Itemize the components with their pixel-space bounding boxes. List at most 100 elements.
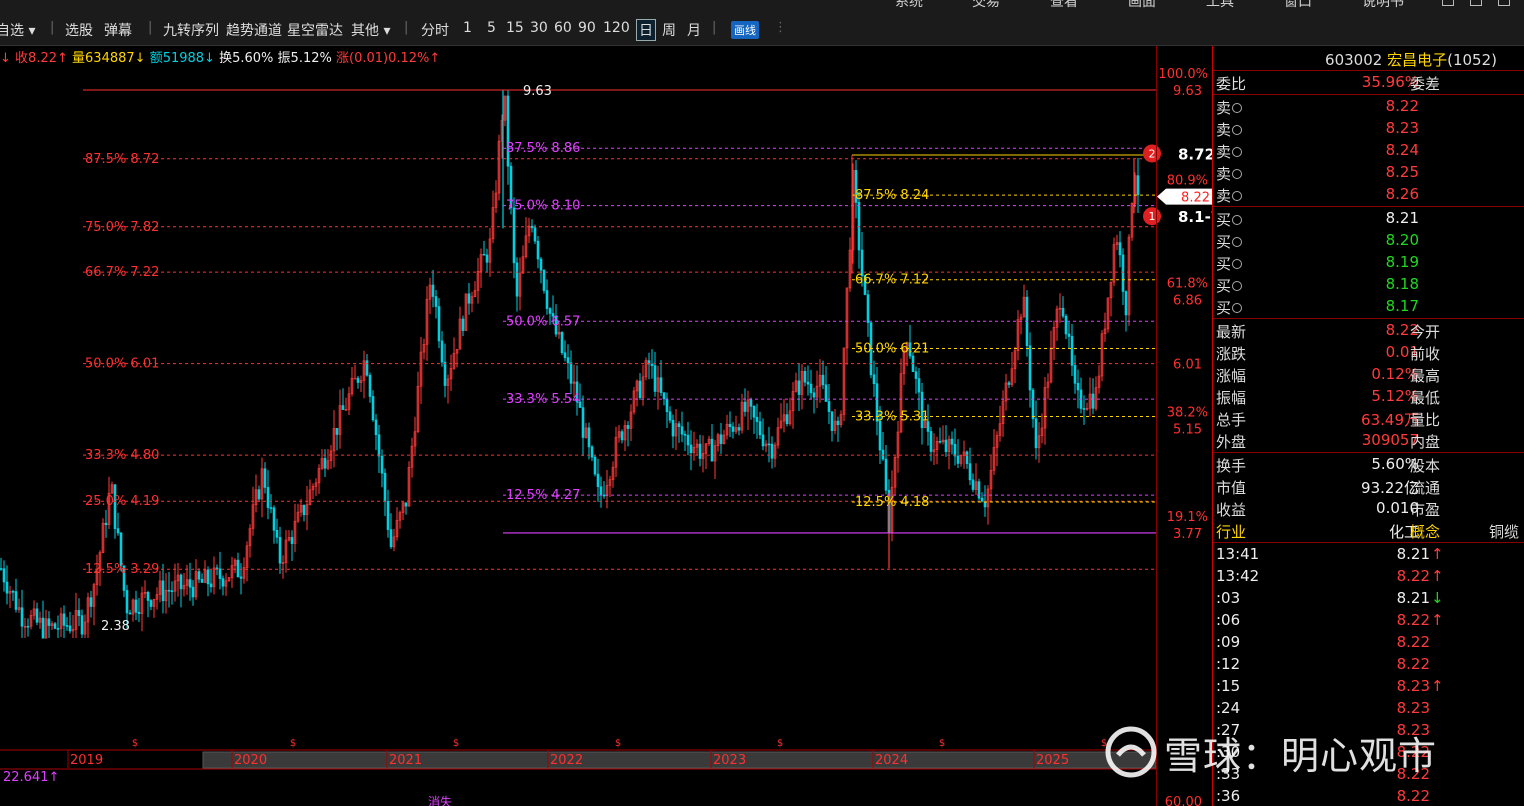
candle-body <box>467 293 471 304</box>
tab-other[interactable]: 其他 ▾ <box>351 20 390 40</box>
candle-body <box>878 420 882 451</box>
candle-body <box>263 468 267 488</box>
candle-body <box>686 434 690 446</box>
stat-row-6[interactable]: 外盘 309057 内盘 <box>1213 429 1524 451</box>
period-month[interactable]: 月 <box>687 20 701 40</box>
stat-row-5-label: 总手 <box>1216 411 1247 429</box>
buy-row-1[interactable]: 买 8.21 <box>1213 207 1524 229</box>
candle-body <box>443 361 447 386</box>
stat-row-2[interactable]: 涨跌 0.01 前收 <box>1213 341 1524 363</box>
candle-body <box>269 507 273 509</box>
period-1[interactable]: 1 <box>463 20 472 36</box>
tick-direction: ↓ <box>1431 589 1444 607</box>
fib-left-label: 66.7% 7.22 <box>85 265 159 280</box>
quote-turnover: 换5.60% <box>219 51 274 66</box>
dividend-marker: $ <box>132 738 138 749</box>
sell-row-4[interactable]: 卖 8.23 <box>1213 117 1524 139</box>
sell-row-2-value: 8.25 <box>1385 163 1419 181</box>
stat-row-3-label2: 最高 <box>1410 367 1441 385</box>
stat-row-1[interactable]: 最新 8.22 今开 <box>1213 319 1524 341</box>
menu-system[interactable]: 系统 <box>895 0 923 8</box>
candle-body <box>149 600 153 607</box>
candle-body <box>953 443 957 457</box>
menu-trade[interactable]: 交易 <box>972 0 1000 8</box>
menu-help[interactable]: 说明书 <box>1362 0 1404 8</box>
candle-body <box>1091 393 1095 409</box>
stat-row-3[interactable]: 涨幅 0.12% 最高 <box>1213 363 1524 385</box>
stat2-row-1[interactable]: 换手 5.60% 股本 <box>1213 453 1524 475</box>
candle-body <box>434 296 438 307</box>
menu-screen[interactable]: 画面 <box>1128 0 1156 8</box>
stat-row-5[interactable]: 总手 63.49万 量比 <box>1213 407 1524 429</box>
stat-row-2-label2: 前收 <box>1410 345 1441 363</box>
sell-row-2[interactable]: 卖 8.25 <box>1213 161 1524 183</box>
indicator-event-label: 消失 <box>428 794 452 806</box>
tick-direction: ↑ <box>1431 677 1444 695</box>
candle-body <box>806 381 810 385</box>
buy-row-2[interactable]: 买 8.20 <box>1213 229 1524 251</box>
period-day[interactable]: 日 <box>636 19 656 41</box>
axis-price-label: 5.15 <box>1173 423 1202 438</box>
industry-row[interactable]: 行业 化工 概念 铜缆 <box>1213 519 1524 541</box>
candle-body <box>1124 291 1128 316</box>
menu-tools[interactable]: 工具 <box>1206 0 1234 8</box>
stat-row-4[interactable]: 振幅 5.12% 最低 <box>1213 385 1524 407</box>
quote-volume: 量634887↓ <box>72 51 146 66</box>
stat2-row-2[interactable]: 市值 93.22亿 流通 <box>1213 475 1524 497</box>
candle-body <box>821 374 825 386</box>
period-15[interactable]: 15 <box>506 20 524 36</box>
candle-body <box>824 384 828 402</box>
candle-body <box>116 528 120 534</box>
minimize-icon[interactable] <box>1442 0 1454 6</box>
candle-body <box>872 374 876 384</box>
kline-chart[interactable]: 87.5% 8.72 75.0% 7.82 66.7% 7.22 50.0% 6.01… <box>0 65 1212 806</box>
candle-body <box>1070 336 1074 366</box>
period-90[interactable]: 90 <box>578 20 596 36</box>
candle-body <box>968 463 972 481</box>
tab-stock-picker[interactable]: 选股 <box>65 20 93 40</box>
period-5[interactable]: 5 <box>487 20 496 36</box>
tick-row: 13:42 8.22 ↑ <box>1213 565 1524 587</box>
candle-body <box>371 396 375 421</box>
maximize-icon[interactable] <box>1470 0 1482 6</box>
period-intraday[interactable]: 分时 <box>421 20 449 40</box>
axis-price-label: 6.01 <box>1173 358 1202 373</box>
period-30[interactable]: 30 <box>530 20 548 36</box>
tab-watchlist[interactable]: 自选 ▾ <box>0 20 35 40</box>
sell-row-1[interactable]: 卖 8.26 <box>1213 183 1524 205</box>
period-week[interactable]: 周 <box>662 20 676 40</box>
tab-radar[interactable]: 星空雷达 <box>287 20 343 40</box>
sell-row-5[interactable]: 卖 8.22 <box>1213 95 1524 117</box>
period-60[interactable]: 60 <box>554 20 572 36</box>
sell-row-4-order-icon <box>1232 125 1243 135</box>
menu-view[interactable]: 查看 <box>1050 0 1078 8</box>
buy-row-5[interactable]: 买 8.17 <box>1213 295 1524 317</box>
candle-body <box>728 423 732 428</box>
fib-left-label: 25.0% 4.19 <box>85 494 159 509</box>
candle-body <box>68 625 72 632</box>
candle-body <box>542 270 546 291</box>
sell-row-3[interactable]: 卖 8.24 <box>1213 139 1524 161</box>
current-price-label: 8.22 <box>1181 191 1210 206</box>
tab-danmu[interactable]: 弹幕 <box>104 20 132 40</box>
weibi-row[interactable]: 委比 35.96% 委差 <box>1213 71 1524 93</box>
candle-body <box>866 294 870 323</box>
close-icon[interactable] <box>1498 0 1510 6</box>
candle-body <box>965 451 969 464</box>
stat2-row-3[interactable]: 收益 0.010 市盈 <box>1213 497 1524 519</box>
candle-body <box>767 443 771 446</box>
fib-left-label: 75.0% 7.82 <box>85 220 159 235</box>
candle-body <box>581 407 585 438</box>
draw-line-button[interactable]: 画线 <box>731 21 759 39</box>
period-120[interactable]: 120 <box>603 20 630 36</box>
candle-body <box>827 401 831 412</box>
menu-window[interactable]: 窗口 <box>1284 0 1312 8</box>
candle-body <box>275 529 279 538</box>
candle-body <box>11 590 15 593</box>
buy-row-5-label: 买 <box>1216 297 1243 318</box>
tab-nine-turn[interactable]: 九转序列 <box>163 20 219 40</box>
buy-row-2-order-icon <box>1232 237 1243 247</box>
buy-row-4[interactable]: 买 8.18 <box>1213 273 1524 295</box>
tab-trend-channel[interactable]: 趋势通道 <box>226 20 282 40</box>
buy-row-3[interactable]: 买 8.19 <box>1213 251 1524 273</box>
